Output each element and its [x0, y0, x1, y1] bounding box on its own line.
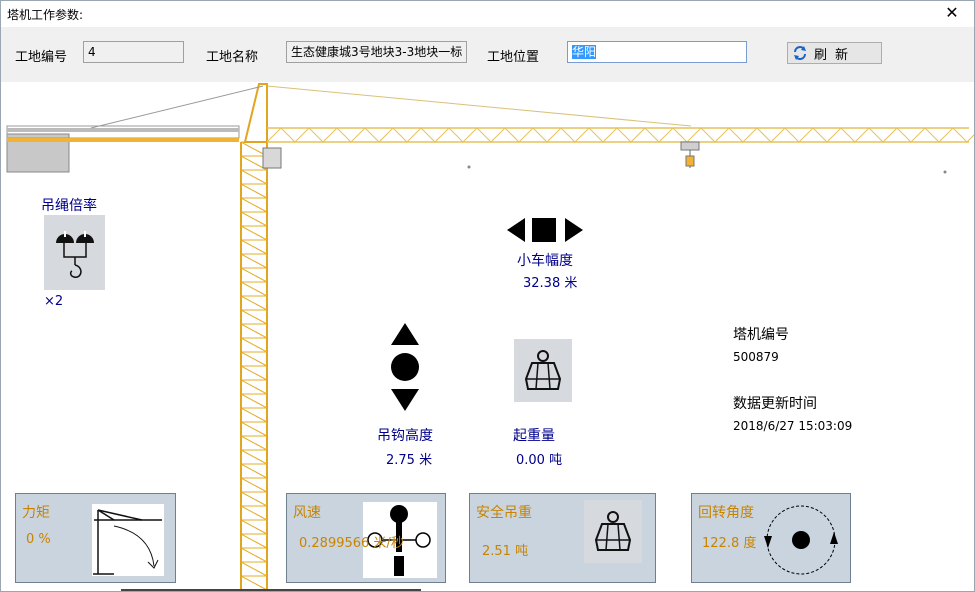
- safe-load-weight-icon: [584, 500, 642, 563]
- left-arrow-icon: [507, 218, 525, 242]
- window-title: 塔机工作参数:: [7, 8, 84, 22]
- moment-value: 0 %: [26, 532, 51, 547]
- down-arrow-icon: [391, 389, 419, 411]
- safe-load-label: 安全吊重: [476, 505, 532, 521]
- site-location-value: 华阳: [572, 45, 597, 59]
- right-arrow-icon: [565, 218, 583, 242]
- crane-status-panel: 吊绳倍率 ×2 小车幅度 32.38 米 吊钩高度 2.75 米 起重量 0.0…: [1, 82, 974, 591]
- load-value: 0.00 吨: [516, 453, 563, 468]
- pulley-hook-icon: [44, 215, 105, 290]
- site-info-bar: 工地编号 4 工地名称 生态健康城3号地块3-3地块一标 工地位置 华阳 刷新: [1, 27, 974, 82]
- safe-load-value: 2.51 吨: [482, 544, 529, 559]
- rotation-tile: 回转角度 122.8 度: [691, 493, 851, 583]
- up-arrow-icon: [391, 323, 419, 345]
- refresh-button[interactable]: 刷新: [787, 42, 882, 64]
- wind-speed-label: 风速: [293, 505, 321, 521]
- trolley-radius-label: 小车幅度: [517, 253, 573, 269]
- crane-id-label: 塔机编号: [733, 327, 789, 343]
- tower-crane-parameter-window: 塔机工作参数: ✕ 工地编号 4 工地名称 生态健康城3号地块3-3地块一标 工…: [0, 0, 975, 592]
- load-label: 起重量: [513, 428, 555, 444]
- rope-multiplier-value: ×2: [44, 294, 64, 309]
- close-icon[interactable]: ✕: [940, 2, 964, 26]
- title-bar: 塔机工作参数: ✕: [1, 1, 974, 27]
- update-time-label: 数据更新时间: [733, 396, 817, 412]
- site-no-field[interactable]: 4: [83, 41, 184, 63]
- trolley-arrows: [507, 217, 583, 243]
- rotation-value: 122.8 度: [702, 536, 757, 551]
- site-location-label: 工地位置: [487, 50, 540, 65]
- rotation-label: 回转角度: [698, 505, 754, 521]
- hook-height-value: 2.75 米: [386, 453, 433, 468]
- weight-icon: [514, 339, 572, 402]
- moment-curve-icon: [92, 504, 164, 576]
- moment-tile: 力矩 0 %: [15, 493, 176, 583]
- update-time-value: 2018/6/27 15:03:09: [733, 419, 853, 433]
- refresh-label: 刷新: [814, 47, 857, 63]
- rotation-icon: [764, 502, 838, 578]
- hook-height-label: 吊钩高度: [377, 428, 433, 444]
- trolley-radius-value: 32.38 米: [523, 276, 578, 291]
- site-name-label: 工地名称: [206, 50, 259, 65]
- site-name-field[interactable]: 生态健康城3号地块3-3地块一标: [286, 41, 467, 63]
- rope-multiplier-label: 吊绳倍率: [41, 198, 97, 214]
- refresh-icon: [792, 45, 808, 61]
- moment-label: 力矩: [22, 505, 50, 521]
- site-location-field[interactable]: 华阳: [567, 41, 747, 63]
- hook-height-arrows: [389, 323, 421, 413]
- crane-id-value: 500879: [733, 350, 779, 364]
- wind-speed-value: 0.2899566 米/秒: [299, 536, 404, 551]
- wind-speed-tile: 风速 0.2899566 米/秒: [286, 493, 446, 583]
- site-no-label: 工地编号: [15, 50, 68, 65]
- safe-load-tile: 安全吊重 2.51 吨: [469, 493, 656, 583]
